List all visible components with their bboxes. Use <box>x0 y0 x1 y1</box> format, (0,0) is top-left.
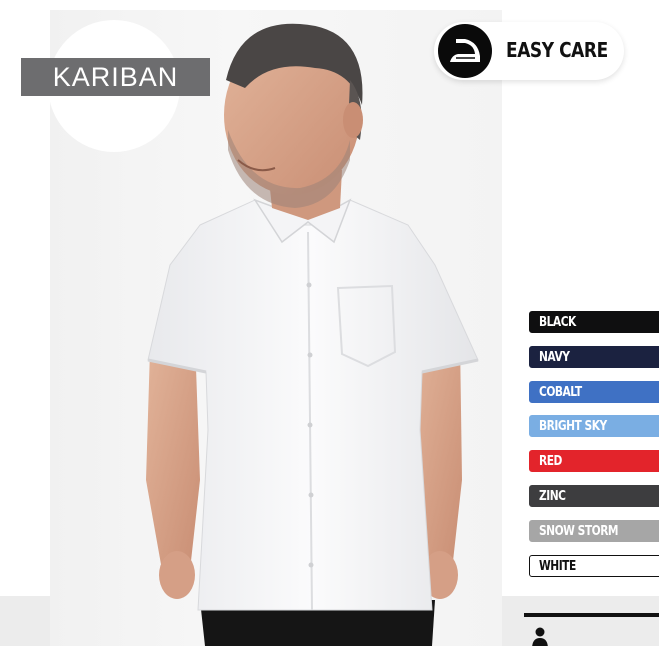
color-swatch-snow-storm[interactable]: SNOW STORM <box>529 519 659 542</box>
color-swatch-label: WHITE <box>539 558 576 574</box>
color-swatch-navy[interactable]: NAVY <box>529 345 659 368</box>
product-page: KARIBAN EASY CARE BLACK NAVY COBALT BRIG… <box>0 0 659 646</box>
color-swatch-label: NAVY <box>539 349 570 365</box>
color-swatch-cobalt[interactable]: COBALT <box>529 380 659 403</box>
color-swatch-label: BLACK <box>539 315 576 330</box>
section-divider <box>524 613 659 617</box>
iron-icon <box>438 24 492 78</box>
color-swatch-red[interactable]: RED <box>529 450 659 473</box>
brand-logo: KARIBAN <box>21 58 210 96</box>
person-icon <box>532 627 548 646</box>
easy-care-badge: EASY CARE <box>434 22 624 80</box>
color-swatch-black[interactable]: BLACK <box>529 311 659 333</box>
color-swatch-label: BRIGHT SKY <box>539 419 607 435</box>
color-swatch-label: RED <box>539 454 562 470</box>
color-swatch-zinc[interactable]: ZINC <box>529 484 659 507</box>
easy-care-label: EASY CARE <box>506 38 608 62</box>
color-swatch-list: BLACK NAVY COBALT BRIGHT SKY RED ZINC SN… <box>529 311 659 589</box>
color-swatch-white[interactable]: WHITE <box>529 554 659 577</box>
color-swatch-label: COBALT <box>539 384 582 400</box>
color-swatch-bright-sky[interactable]: BRIGHT SKY <box>529 415 659 438</box>
color-swatch-label: ZINC <box>539 488 566 504</box>
color-swatch-label: SNOW STORM <box>539 523 619 539</box>
